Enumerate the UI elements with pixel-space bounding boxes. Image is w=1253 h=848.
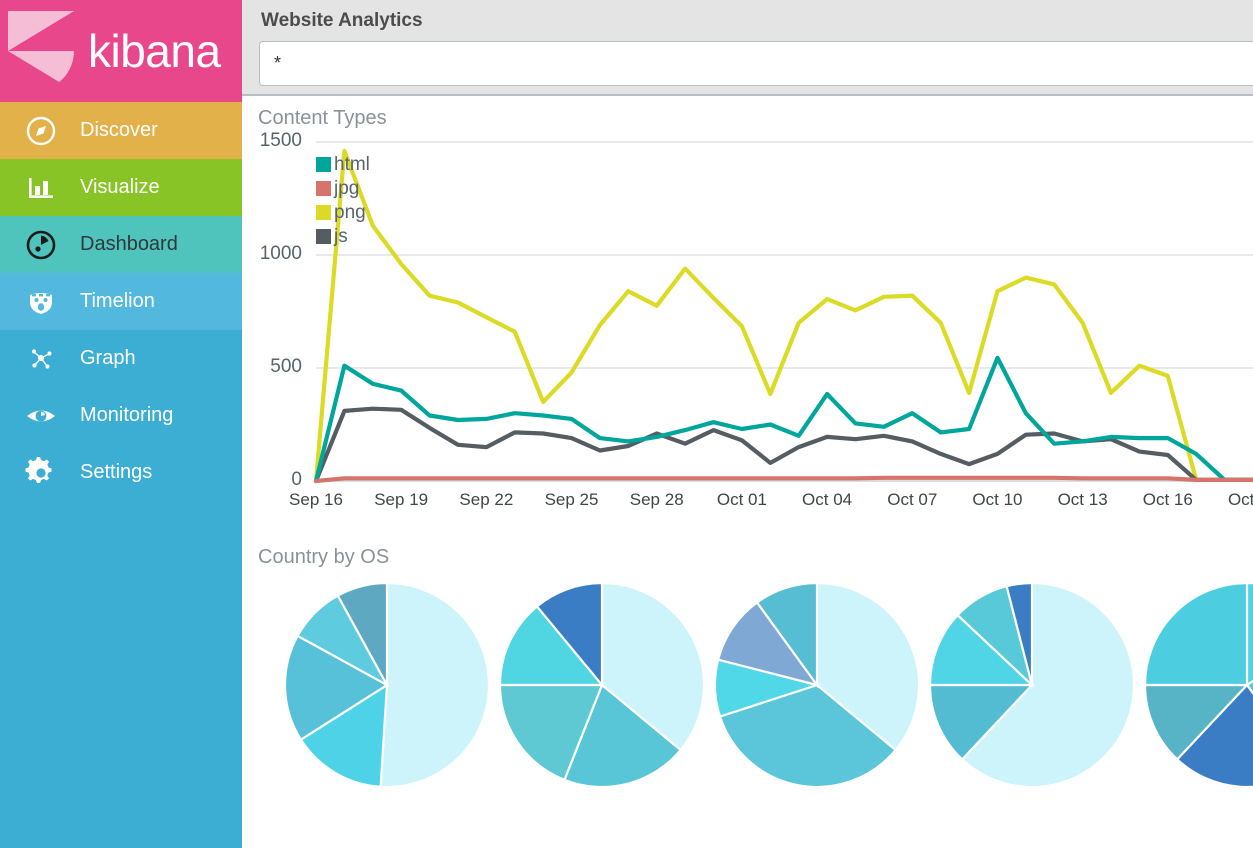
page-title: Website Analytics bbox=[242, 0, 1253, 41]
sidebar-item-visualize[interactable]: Visualize bbox=[0, 159, 242, 216]
sidebar-item-label: Visualize bbox=[80, 176, 160, 199]
legend-item[interactable]: png bbox=[316, 200, 370, 224]
pie-slice[interactable] bbox=[381, 583, 489, 787]
sidebar-filler bbox=[0, 501, 242, 848]
sidebar-item-label: Timelion bbox=[80, 290, 155, 313]
y-axis-tick-label: 1000 bbox=[242, 243, 302, 265]
brand-header[interactable]: kibana bbox=[0, 0, 242, 102]
x-axis-tick-label: Oct 13 bbox=[1038, 490, 1128, 510]
pie-slice[interactable] bbox=[1145, 583, 1247, 685]
pie-chart-svg bbox=[1144, 582, 1253, 788]
sidebar-item-label: Discover bbox=[80, 119, 158, 142]
series-line-html bbox=[316, 358, 1253, 481]
legend-label: html bbox=[334, 155, 370, 174]
y-axis-tick-label: 1500 bbox=[242, 130, 302, 152]
kibana-dashboard-app: kibana Discover Visualize bbox=[0, 0, 1253, 848]
x-axis-tick-label: Oct 04 bbox=[782, 490, 872, 510]
sidebar-item-settings[interactable]: Settings bbox=[0, 444, 242, 501]
sidebar-item-label: Monitoring bbox=[80, 404, 173, 427]
x-axis-tick-label: Oct 07 bbox=[867, 490, 957, 510]
x-axis-tick-label: Sep 22 bbox=[441, 490, 531, 510]
pie-chart[interactable] bbox=[929, 582, 1135, 788]
panel-title: Content Types bbox=[242, 96, 1253, 130]
dashboard-icon bbox=[20, 230, 62, 260]
legend-swatch-icon bbox=[316, 229, 331, 244]
legend-swatch-icon bbox=[316, 205, 331, 220]
x-axis-tick-label: Oct 01 bbox=[697, 490, 787, 510]
main-area: Website Analytics Content Types 0 500 1000… bbox=[242, 0, 1253, 848]
pie-chart[interactable] bbox=[714, 582, 920, 788]
y-axis-tick-label: 500 bbox=[242, 356, 302, 378]
search-input[interactable] bbox=[259, 41, 1253, 86]
graph-icon bbox=[20, 344, 62, 374]
sidebar-item-graph[interactable]: Graph bbox=[0, 330, 242, 387]
top-bar: Website Analytics bbox=[242, 0, 1253, 96]
x-axis-tick-label: Sep 19 bbox=[356, 490, 446, 510]
sidebar: kibana Discover Visualize bbox=[0, 0, 242, 848]
pie-chart-svg bbox=[929, 582, 1135, 788]
sidebar-item-label: Dashboard bbox=[80, 233, 178, 256]
legend-item[interactable]: html bbox=[316, 152, 370, 176]
x-axis-tick-label: Oct 19 bbox=[1208, 490, 1253, 510]
line-chart-svg bbox=[242, 130, 1253, 550]
sidebar-item-timelion[interactable]: Timelion bbox=[0, 273, 242, 330]
x-axis-tick-label: Sep 25 bbox=[527, 490, 617, 510]
panel-country-by-os: Country by OS bbox=[242, 546, 1253, 812]
sidebar-item-discover[interactable]: Discover bbox=[0, 102, 242, 159]
x-axis-tick-label: Sep 16 bbox=[271, 490, 361, 510]
pie-chart-svg bbox=[714, 582, 920, 788]
kibana-logo-icon bbox=[8, 11, 74, 91]
timelion-icon bbox=[20, 287, 62, 317]
dashboard-content: Content Types 050010001500 Sep 16Sep 19S… bbox=[242, 96, 1253, 848]
pie-chart-svg bbox=[499, 582, 705, 788]
legend-label: jpg bbox=[334, 179, 359, 198]
y-axis-tick-label: 0 bbox=[242, 469, 302, 491]
chart-series bbox=[316, 151, 1253, 481]
bar-chart-icon bbox=[20, 173, 62, 203]
legend-label: png bbox=[334, 203, 366, 222]
legend-label: js bbox=[334, 227, 348, 246]
pie-chart[interactable] bbox=[499, 582, 705, 788]
pie-chart-row bbox=[258, 582, 1253, 812]
pie-chart[interactable] bbox=[284, 582, 490, 788]
panel-title: Country by OS bbox=[242, 546, 1253, 569]
eye-icon bbox=[20, 401, 62, 431]
compass-icon bbox=[20, 116, 62, 146]
legend-item[interactable]: js bbox=[316, 224, 370, 248]
line-chart: 0 500 1000 1500 Sep 16Sep 19Sep 22Sep 25Sep… bbox=[242, 130, 1253, 550]
sidebar-item-dashboard[interactable]: Dashboard bbox=[0, 216, 242, 273]
sidebar-item-label: Graph bbox=[80, 347, 136, 370]
chart-legend: html jpg png js bbox=[316, 152, 370, 248]
brand-name: kibana bbox=[88, 28, 221, 74]
pie-chart[interactable] bbox=[1144, 582, 1253, 788]
x-axis-tick-label: Sep 28 bbox=[612, 490, 702, 510]
gear-icon bbox=[20, 457, 62, 489]
x-axis-tick-label: Oct 16 bbox=[1123, 490, 1213, 510]
legend-swatch-icon bbox=[316, 157, 331, 172]
legend-swatch-icon bbox=[316, 181, 331, 196]
sidebar-item-monitoring[interactable]: Monitoring bbox=[0, 387, 242, 444]
x-axis-tick-label: Oct 10 bbox=[952, 490, 1042, 510]
legend-item[interactable]: jpg bbox=[316, 176, 370, 200]
sidebar-item-label: Settings bbox=[80, 461, 152, 484]
panel-content-types: Content Types 050010001500 Sep 16Sep 19S… bbox=[242, 96, 1253, 550]
pie-chart-svg bbox=[284, 582, 490, 788]
query-bar bbox=[242, 41, 1253, 94]
